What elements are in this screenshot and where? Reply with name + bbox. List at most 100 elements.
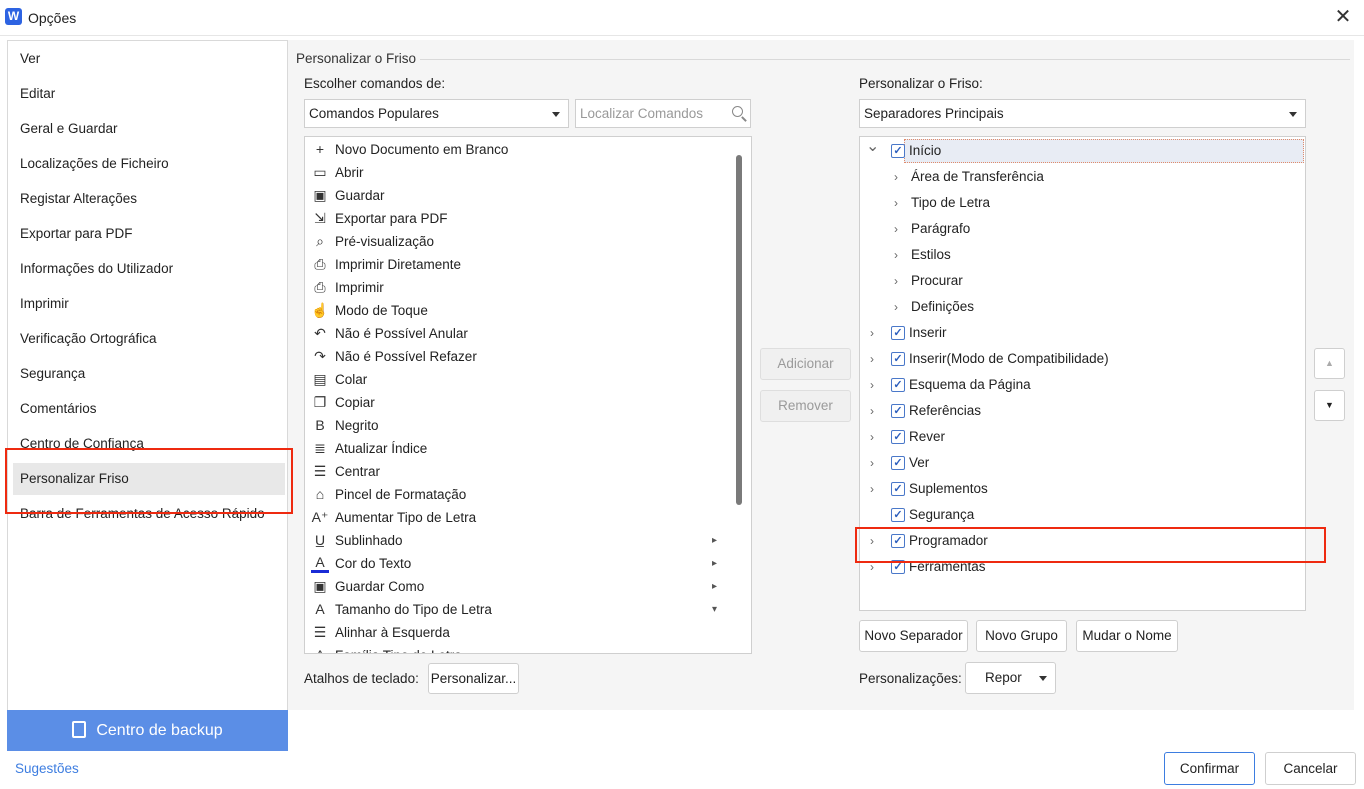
backup-center-button[interactable]: Centro de backup	[7, 710, 288, 751]
command-item[interactable]: ☰ Centrar	[309, 460, 729, 483]
close-icon[interactable]: ✕	[1332, 6, 1354, 28]
checkbox-checked-icon[interactable]: ✓	[891, 326, 905, 340]
nav-item[interactable]: Registar Alterações	[8, 183, 287, 215]
suggestions-link[interactable]: Sugestões	[15, 761, 79, 776]
rename-button[interactable]: Mudar o Nome	[1076, 620, 1178, 652]
command-item[interactable]: ↶ Não é Possível Anular	[309, 322, 729, 345]
command-item[interactable]: A Família Tipo de Letra	[309, 644, 729, 653]
command-item[interactable]: ❐ Copiar	[309, 391, 729, 414]
tree-item[interactable]: › ✓ Inserir(Modo de Compatibilidade)	[862, 346, 1303, 372]
choose-commands-label: Escolher comandos de:	[304, 76, 446, 91]
chevron-right-icon[interactable]: ›	[890, 216, 902, 242]
chevron-down-icon	[1039, 676, 1047, 681]
command-item[interactable]: U̲ Sublinhado ▸	[309, 529, 729, 552]
chevron-right-icon[interactable]: ›	[866, 372, 878, 398]
tree-item[interactable]: › Tipo de Letra	[862, 190, 1303, 216]
tree-item[interactable]: › ✓ Ver	[862, 450, 1303, 476]
command-item[interactable]: ☝ Modo de Toque	[309, 299, 729, 322]
command-item[interactable]: ⌂ Pincel de Formatação	[309, 483, 729, 506]
tree-item[interactable]: › Parágrafo	[862, 216, 1303, 242]
tree-item[interactable]: › Definições	[862, 294, 1303, 320]
chevron-right-icon[interactable]: ›	[866, 476, 878, 502]
customize-shortcuts-button[interactable]: Personalizar...	[428, 663, 519, 694]
chevron-right-icon[interactable]: ›	[866, 320, 878, 346]
confirm-button[interactable]: Confirmar	[1164, 752, 1255, 785]
tree-item[interactable]: › ✓ Esquema da Página	[862, 372, 1303, 398]
nav-item[interactable]: Imprimir	[8, 288, 287, 320]
format-painter-icon: ⌂	[315, 486, 325, 502]
command-item[interactable]: ▣ Guardar Como ▸	[309, 575, 729, 598]
search-commands-input[interactable]: Localizar Comandos	[575, 99, 751, 128]
cancel-button[interactable]: Cancelar	[1265, 752, 1356, 785]
nav-item[interactable]: Geral e Guardar	[8, 113, 287, 145]
command-item[interactable]: + Novo Documento em Branco	[309, 138, 729, 161]
checkbox-checked-icon[interactable]: ✓	[891, 144, 905, 158]
chevron-right-icon[interactable]: ›	[890, 294, 902, 320]
chevron-down-icon[interactable]: ⌄	[866, 137, 879, 160]
submenu-arrow-icon: ▸	[712, 558, 718, 569]
nav-item[interactable]: Ver	[8, 43, 287, 75]
nav-item[interactable]: Verificação Ortográfica	[8, 323, 287, 355]
checkbox-checked-icon[interactable]: ✓	[891, 456, 905, 470]
print-preview-icon: ⌕	[316, 233, 324, 249]
command-item[interactable]: B Negrito	[309, 414, 729, 437]
commands-list[interactable]: + Novo Documento em Branco ▭ Abrir ▣ Guardar ⇲…	[304, 136, 752, 654]
tree-item[interactable]: › ✓ Suplementos	[862, 476, 1303, 502]
checkbox-checked-icon[interactable]: ✓	[891, 430, 905, 444]
command-item[interactable]: ▭ Abrir	[309, 161, 729, 184]
tree-item[interactable]: › Área de Transferência	[862, 164, 1303, 190]
chevron-right-icon[interactable]: ›	[866, 450, 878, 476]
checkbox-checked-icon[interactable]: ✓	[891, 404, 905, 418]
new-group-button[interactable]: Novo Grupo	[976, 620, 1067, 652]
move-up-button[interactable]: ▲	[1314, 348, 1345, 379]
chevron-right-icon[interactable]: ›	[866, 424, 878, 450]
chevron-right-icon[interactable]: ›	[866, 398, 878, 424]
new-document-icon: +	[315, 141, 325, 157]
chevron-right-icon[interactable]: ›	[890, 242, 902, 268]
checkbox-checked-icon[interactable]: ✓	[891, 482, 905, 496]
nav-item[interactable]: Comentários	[8, 393, 287, 425]
command-item[interactable]: A Cor do Texto ▸	[309, 552, 729, 575]
chevron-right-icon[interactable]: ›	[890, 190, 902, 216]
move-down-button[interactable]: ▼	[1314, 390, 1345, 421]
commands-source-select[interactable]: Comandos Populares	[304, 99, 569, 128]
tree-item[interactable]: › ✓ Inserir	[862, 320, 1303, 346]
tree-item[interactable]: › Procurar	[862, 268, 1303, 294]
chevron-right-icon[interactable]: ›	[890, 164, 902, 190]
command-item[interactable]: ↷ Não é Possível Refazer	[309, 345, 729, 368]
tree-item[interactable]: ✓ Segurança	[862, 502, 1303, 528]
remove-button[interactable]: Remover	[760, 390, 851, 422]
tree-item[interactable]: › Estilos	[862, 242, 1303, 268]
nav-item[interactable]: Localizações de Ficheiro	[8, 148, 287, 180]
ribbon-tabs-select[interactable]: Separadores Principais	[859, 99, 1306, 128]
command-item[interactable]: ⇲ Exportar para PDF	[309, 207, 729, 230]
command-item[interactable]: ⎙ Imprimir Diretamente	[309, 253, 729, 276]
checkbox-checked-icon[interactable]: ✓	[891, 378, 905, 392]
new-tab-button[interactable]: Novo Separador	[859, 620, 968, 652]
command-item[interactable]: ▤ Colar	[309, 368, 729, 391]
command-label: Aumentar Tipo de Letra	[335, 510, 477, 525]
tree-item[interactable]: ⌄ ✓ Início	[862, 137, 1304, 164]
nav-item[interactable]: Segurança	[8, 358, 287, 390]
command-item[interactable]: ☰ Alinhar à Esquerda	[309, 621, 729, 644]
commands-scrollbar[interactable]	[736, 155, 742, 505]
reset-dropdown-button[interactable]: Repor	[965, 662, 1056, 694]
command-item[interactable]: ≣ Atualizar Índice	[309, 437, 729, 460]
command-item[interactable]: ▣ Guardar	[309, 184, 729, 207]
checkbox-checked-icon[interactable]: ✓	[891, 352, 905, 366]
tree-item[interactable]: › ✓ Rever	[862, 424, 1303, 450]
chevron-down-icon	[552, 112, 560, 117]
nav-item[interactable]: Informações do Utilizador	[8, 253, 287, 285]
command-item[interactable]: A Tamanho do Tipo de Letra ▾	[309, 598, 729, 621]
chevron-right-icon[interactable]: ›	[890, 268, 902, 294]
tree-item[interactable]: › ✓ Referências	[862, 398, 1303, 424]
nav-item[interactable]: Editar	[8, 78, 287, 110]
command-item[interactable]: ⌕ Pré-visualização	[309, 230, 729, 253]
keyboard-shortcuts-label: Atalhos de teclado:	[304, 671, 419, 686]
checkbox-checked-icon[interactable]: ✓	[891, 508, 905, 522]
nav-item[interactable]: Exportar para PDF	[8, 218, 287, 250]
command-item[interactable]: A⁺ Aumentar Tipo de Letra	[309, 506, 729, 529]
command-item[interactable]: ⎙ Imprimir	[309, 276, 729, 299]
chevron-right-icon[interactable]: ›	[866, 346, 878, 372]
add-button[interactable]: Adicionar	[760, 348, 851, 380]
